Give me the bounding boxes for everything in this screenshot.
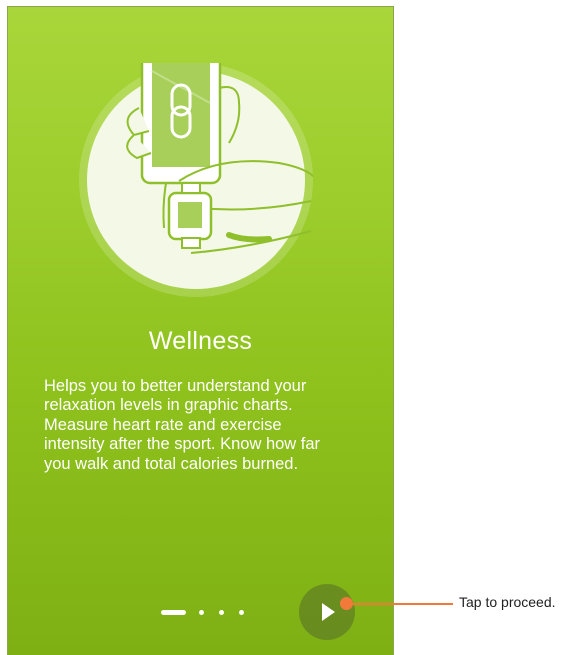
callout-label: Tap to proceed. xyxy=(459,594,556,610)
callout-line xyxy=(347,603,453,605)
page-indicator-dot xyxy=(239,610,244,615)
play-icon xyxy=(322,603,335,621)
page-indicator-dot xyxy=(219,610,224,615)
hand-holding-phone-with-watch-icon xyxy=(79,63,313,297)
wellness-illustration xyxy=(79,63,313,297)
page-indicator-dot xyxy=(199,610,204,615)
page: Wellness Helps you to better understand … xyxy=(0,0,572,655)
page-indicator-active xyxy=(161,610,186,615)
screen-title: Wellness xyxy=(148,327,253,355)
phone-screen: Wellness Helps you to better understand … xyxy=(7,6,394,655)
next-button[interactable] xyxy=(299,584,355,640)
page-indicator xyxy=(161,610,251,618)
callout-dot xyxy=(340,597,353,610)
screen-description: Helps you to better understand your rela… xyxy=(44,377,321,473)
